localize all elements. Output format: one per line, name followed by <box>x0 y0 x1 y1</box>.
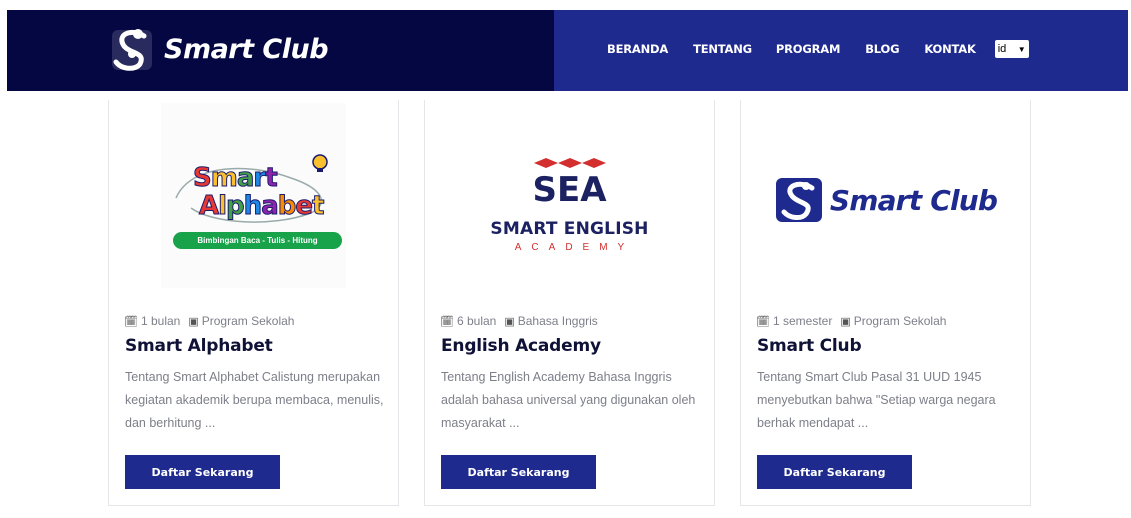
logo-tagline: Bimbingan Baca - Tulis - Hitung <box>173 231 342 249</box>
nav-blog[interactable]: BLOG <box>865 42 899 56</box>
program-thumbnail[interactable]: SEA SMART ENGLISH ACADEMY <box>425 100 714 290</box>
category: ▣ Bahasa Inggris <box>504 314 597 328</box>
program-card[interactable]: Smart Alphabet Bimbingan Baca - Tulis - … <box>108 100 399 506</box>
card-meta: 🗓 1 semester ▣ Program Sekolah <box>756 314 946 328</box>
smart-club-card-logo: Smart Club <box>774 174 998 226</box>
program-card[interactable]: Smart Club 🗓 1 semester ▣ Program Sekolah … <box>740 100 1031 506</box>
register-button[interactable]: Daftar Sekarang <box>125 455 280 489</box>
program-thumbnail[interactable]: Smart Alphabet Bimbingan Baca - Tulis - … <box>109 100 398 290</box>
duration-text: 1 bulan <box>140 314 181 328</box>
nav-program[interactable]: PROGRAM <box>776 42 841 56</box>
program-thumbnail[interactable]: Smart Club <box>741 100 1030 290</box>
category-text: Program Sekolah <box>201 314 295 328</box>
smart-club-emblem-icon <box>775 178 822 222</box>
duration: 🗓 1 bulan <box>124 314 180 328</box>
card-description: Tentang English Academy Bahasa Inggris a… <box>441 370 696 430</box>
header-brand-area: Smart Club <box>7 10 554 91</box>
chevron-down-icon: ▼ <box>1017 44 1026 54</box>
register-button[interactable]: Daftar Sekarang <box>441 455 596 489</box>
duration: 🗓 6 bulan <box>440 314 496 328</box>
nav-tentang[interactable]: TENTANG <box>693 42 752 56</box>
site-header: Smart Club BERANDA TENTANG PROGRAM BLOG … <box>7 10 1128 91</box>
category-text: Program Sekolah <box>853 314 947 328</box>
card-meta: 🗓 1 bulan ▣ Program Sekolah <box>124 314 294 328</box>
duration-text: 6 bulan <box>456 314 497 328</box>
duration-text: 1 semester <box>772 314 833 328</box>
site-logo[interactable]: Smart Club <box>110 24 329 74</box>
logo-word-smart: Smart <box>193 162 279 193</box>
smart-english-academy-logo: SEA SMART ENGLISH ACADEMY <box>490 155 648 253</box>
logo-sub: ACADEMY <box>514 242 635 253</box>
category: ▣ Program Sekolah <box>188 314 294 328</box>
logo-name: SMART ENGLISH <box>490 219 649 239</box>
brand-name: Smart Club <box>164 33 329 65</box>
card-title[interactable]: Smart Club <box>757 336 862 356</box>
register-button[interactable]: Daftar Sekarang <box>757 455 912 489</box>
book-icon: ▣ <box>188 315 199 328</box>
category: ▣ Program Sekolah <box>840 314 946 328</box>
calendar-icon: 🗓 <box>124 315 138 328</box>
language-select[interactable]: id ▼ <box>994 40 1029 58</box>
card-description: Tentang Smart Alphabet Calistung merupak… <box>125 370 384 430</box>
logo-text: Smart Club <box>829 183 998 217</box>
duration: 🗓 1 semester <box>756 314 832 328</box>
main-nav: BERANDA TENTANG PROGRAM BLOG KONTAK id ▼ <box>607 40 1029 58</box>
card-description: Tentang Smart Club Pasal 31 UUD 1945 men… <box>757 370 996 430</box>
lightbulb-icon <box>312 153 328 172</box>
header-nav-area: BERANDA TENTANG PROGRAM BLOG KONTAK id ▼ <box>554 10 1128 91</box>
logo-word-alphabet: Alphabet <box>198 190 325 221</box>
card-title[interactable]: Smart Alphabet <box>125 336 273 356</box>
category-text: Bahasa Inggris <box>517 314 598 328</box>
smart-club-logo-icon <box>112 29 152 71</box>
calendar-icon: 🗓 <box>440 315 454 328</box>
language-value: id <box>997 43 1007 55</box>
book-icon: ▣ <box>840 315 851 328</box>
smart-alphabet-logo: Smart Alphabet Bimbingan Baca - Tulis - … <box>161 102 346 288</box>
program-card[interactable]: SEA SMART ENGLISH ACADEMY 🗓 6 bulan ▣ Baha… <box>424 100 715 506</box>
logo-letters: SEA <box>532 170 607 210</box>
nav-kontak[interactable]: KONTAK <box>924 42 976 56</box>
card-title[interactable]: English Academy <box>441 336 601 356</box>
nav-beranda[interactable]: BERANDA <box>607 42 668 56</box>
book-icon: ▣ <box>504 315 515 328</box>
calendar-icon: 🗓 <box>756 315 770 328</box>
card-meta: 🗓 6 bulan ▣ Bahasa Inggris <box>440 314 598 328</box>
